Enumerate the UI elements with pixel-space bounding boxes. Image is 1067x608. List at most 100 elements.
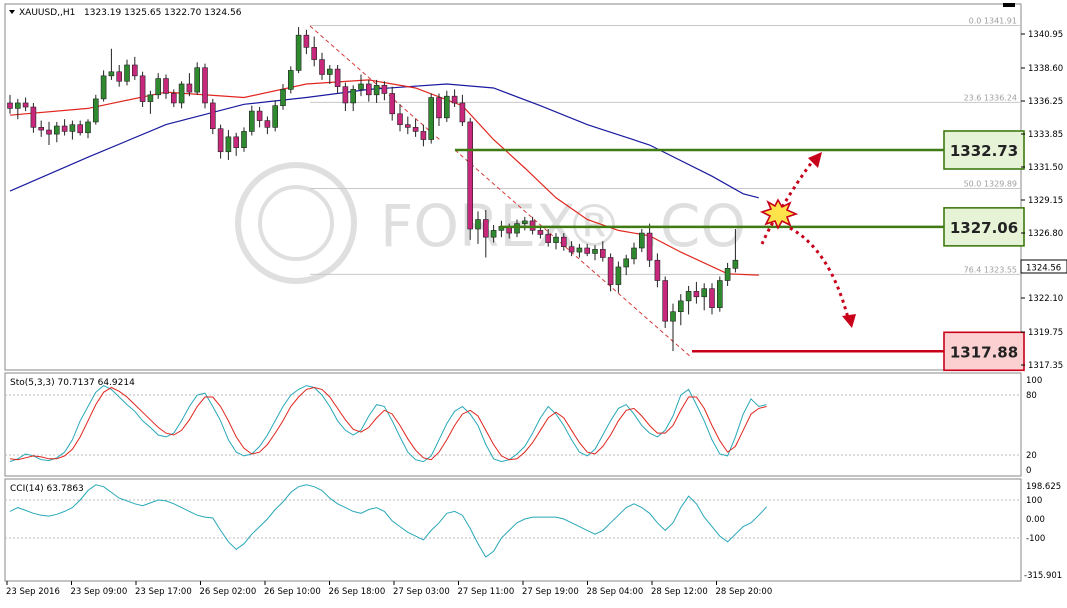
candle-17 [139, 71, 146, 108]
cci-level-min: -315.901 [1024, 571, 1062, 581]
stoch-level-20: 20 [1026, 451, 1037, 461]
candle-body-87 [685, 291, 692, 302]
candle-body-52 [412, 127, 419, 132]
stochastic-label: Sto(5,3,3) 70.7137 64.9214 [10, 378, 135, 388]
time-label-9: 28 Sep 04:00 [587, 587, 644, 597]
time-label-11: 28 Sep 20:00 [716, 587, 773, 597]
candle-body-3 [30, 106, 37, 128]
candle-body-88 [693, 291, 700, 298]
candle-body-50 [397, 113, 403, 125]
candle-body-19 [155, 78, 161, 96]
cci-panel[interactable] [4, 478, 1022, 582]
candle-body-47 [373, 85, 380, 96]
candle-body-45 [358, 83, 364, 90]
candle-body-1 [15, 102, 21, 109]
candle-body-20 [163, 78, 169, 94]
candle-body-5 [46, 129, 52, 135]
trading-chart-window[interactable]: FOREX ® .CO 0.0 1341.91 23.6 1336.24 50.0 … [0, 0, 1067, 604]
candle-body-56 [443, 95, 450, 119]
candle-body-82 [646, 232, 653, 261]
price-label-3: 1333.85 [1028, 130, 1063, 140]
candle-body-89 [701, 288, 708, 298]
window-corner-icon[interactable] [1003, 3, 1015, 7]
candle-body-13 [108, 71, 115, 77]
candle-body-7 [61, 125, 68, 132]
candle-body-48 [381, 85, 388, 94]
current-price-tag: 1324.56 [1020, 259, 1067, 274]
candle-body-11 [93, 98, 99, 123]
level-label-1: 1327.06 [950, 219, 1018, 237]
candle-body-17 [139, 75, 146, 102]
candle-body-75 [592, 249, 598, 254]
candle-84 [662, 276, 669, 328]
candle-body-54 [428, 97, 435, 140]
candle-body-60 [475, 219, 481, 230]
candle-body-57 [451, 95, 458, 104]
candle-body-2 [22, 102, 29, 108]
stoch-level-80: 80 [1026, 391, 1037, 401]
candle-body-85 [670, 311, 676, 322]
time-label-10: 28 Sep 12:00 [651, 587, 708, 597]
candle-body-70 [553, 236, 559, 243]
candle-body-68 [537, 230, 544, 235]
candle-body-40 [319, 59, 325, 75]
price-label-9: 1319.75 [1028, 328, 1063, 338]
candle-body-15 [124, 64, 130, 82]
candle-body-72 [568, 246, 575, 253]
time-label-2: 23 Sep 17:00 [135, 587, 192, 597]
candle-body-4 [38, 127, 45, 131]
price-label-5: 1329.15 [1028, 196, 1063, 206]
level-label-0: 1332.73 [950, 142, 1018, 160]
candle-body-83 [654, 259, 661, 281]
candle-body-81 [638, 232, 645, 249]
candle-91 [716, 276, 723, 312]
candle-body-59 [467, 121, 474, 230]
candle-body-14 [116, 71, 122, 82]
level-label-2: 1317.88 [950, 343, 1018, 361]
fib-label-0: 0.0 1341.91 [969, 17, 1017, 26]
candle-body-21 [171, 93, 177, 104]
candle-body-74 [584, 247, 591, 254]
candle-body-23 [186, 83, 193, 93]
time-label-5: 26 Sep 18:00 [329, 587, 386, 597]
candle-body-28 [225, 136, 232, 153]
candle-body-27 [217, 128, 224, 153]
cci-level-198: 198.625 [1026, 482, 1061, 492]
candle-body-46 [365, 83, 372, 96]
candle-body-34 [272, 105, 279, 128]
stochastic-panel[interactable] [4, 372, 1022, 477]
cci-level-0: 0.00 [1026, 515, 1045, 525]
candle-59 [467, 117, 474, 240]
candle-body-10 [85, 121, 91, 134]
candle-body-58 [459, 102, 466, 123]
candle-body-25 [202, 67, 208, 104]
fib-label-3: 76.4 1323.55 [964, 265, 1017, 274]
candle-body-6 [53, 125, 60, 135]
time-label-8: 27 Sep 19:00 [522, 587, 579, 597]
candle-body-49 [389, 93, 396, 115]
cci-level-minus100: -100 [1026, 534, 1045, 544]
candle-body-16 [132, 64, 138, 77]
candle-body-12 [100, 75, 107, 100]
candle-body-71 [560, 236, 567, 247]
price-label-4: 1331.50 [1028, 163, 1063, 173]
price-label-8: 1322.10 [1028, 294, 1063, 304]
candle-body-86 [677, 300, 684, 313]
candle-body-43 [342, 86, 349, 104]
price-label-6: 1326.80 [1028, 229, 1063, 239]
candle-body-93 [732, 259, 739, 269]
time-label-7: 27 Sep 11:00 [458, 587, 515, 597]
candle-body-55 [436, 97, 442, 119]
price-panel[interactable] [4, 3, 1022, 371]
candle-body-73 [576, 247, 583, 253]
candle-body-24 [194, 67, 200, 93]
candle-body-0 [7, 102, 13, 109]
candle-11 [93, 94, 99, 125]
candle-body-90 [709, 288, 715, 308]
fib-label-2: 50.0 1329.89 [964, 179, 1017, 188]
price-label-2: 1336.25 [1028, 97, 1063, 107]
candle-26 [210, 98, 216, 135]
cci-level-100: 100 [1026, 496, 1042, 506]
candle-body-39 [311, 47, 318, 60]
time-label-0: 23 Sep 2016 [6, 587, 60, 597]
